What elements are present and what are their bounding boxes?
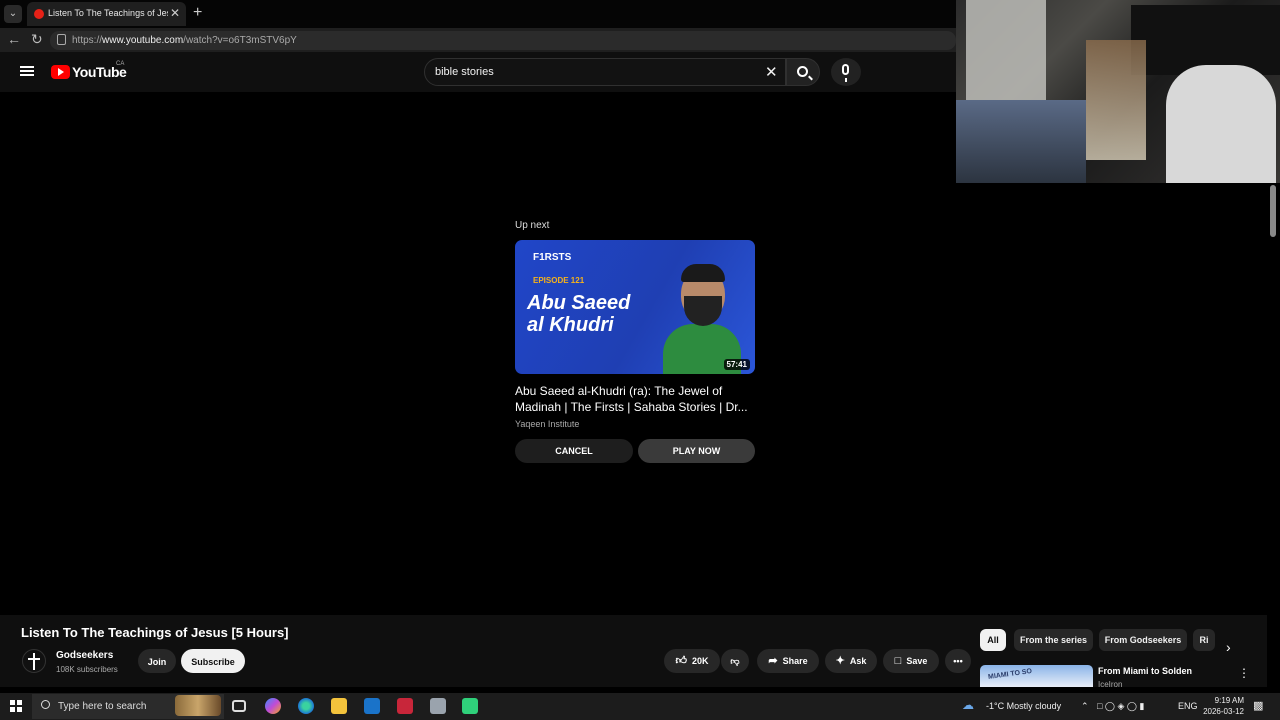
presenter-cap [681,264,725,282]
save-button[interactable]: □ Save [883,649,939,673]
thumbs-up-icon: 👍︎ [675,655,687,667]
search-button[interactable] [786,58,820,86]
weather-cloud-icon[interactable]: ☁ [962,698,974,712]
recommendation-more-icon[interactable]: ⋮ [1238,666,1250,680]
calendar-app-icon[interactable] [462,698,478,714]
recommendation-title[interactable]: From Miami to Solden [1098,666,1192,676]
system-clock[interactable]: 9:19 AM 2026-03-12 [1194,695,1244,717]
tray-overflow-chevron-icon[interactable]: ⌃ [1081,701,1089,712]
join-button[interactable]: Join [138,649,176,673]
video-info-section: Listen To The Teachings of Jesus [5 Hour… [0,615,1280,689]
windows-start-icon[interactable] [10,700,22,712]
video-title: Listen To The Teachings of Jesus [5 Hour… [21,625,289,640]
app-window-icon[interactable] [430,698,446,714]
file-explorer-icon[interactable] [331,698,347,714]
back-arrow-icon[interactable]: ← [7,31,21,47]
video-duration-badge: 57:41 [723,359,750,370]
search-query: bible stories [435,66,494,78]
webcam-chair [1166,65,1276,183]
channel-name[interactable]: Godseekers [56,650,113,661]
scrollbar-thumb[interactable] [1270,185,1276,237]
search-input[interactable]: bible stories ✕ [424,58,786,86]
tab-close-icon[interactable]: ✕ [170,6,180,20]
chip-from-series[interactable]: From the series [1014,629,1093,651]
search-highlight-art-icon[interactable] [175,695,221,716]
thumbs-down-icon: 👎︎ [730,656,740,666]
youtube-favicon-icon [34,9,44,19]
clear-search-icon[interactable]: ✕ [765,63,778,81]
refresh-icon[interactable]: ↻ [31,31,43,48]
up-next-channel[interactable]: Yaqeen Institute [515,419,579,429]
save-label: Save [906,656,928,666]
recommendation-thumbnail[interactable]: MIAMI TO SO [980,665,1093,687]
up-next-title[interactable]: Abu Saeed al-Khudri (ra): The Jewel of M… [515,383,755,415]
url-text: https://www.youtube.com/watch?v=o6T3mSTV… [72,35,297,46]
copilot-icon[interactable] [265,698,281,714]
taskbar-search-icon [41,700,50,709]
task-view-icon[interactable] [232,700,246,712]
browser-address-bar: ← ↻ https://www.youtube.com/watch?v=o6T3… [0,28,956,52]
chip-all[interactable]: All [980,629,1006,651]
sparkle-icon: ✦ [835,655,845,667]
url-field[interactable]: https://www.youtube.com/watch?v=o6T3mSTV… [50,31,956,50]
recommendation-channel[interactable]: IceIron [1098,680,1122,689]
tray-app-icons[interactable]: □ ◯ ◈ ◯ ▮ [1097,701,1144,712]
webcam-shelf [1086,40,1146,160]
ask-label: Ask [849,656,867,666]
webcam-overlay [956,0,1280,183]
notifications-icon[interactable]: ▩ [1253,699,1263,712]
store-gift-icon[interactable] [397,698,413,714]
menu-icon[interactable] [20,66,34,76]
page-scrollbar[interactable] [1267,183,1280,687]
dislike-button[interactable]: 👎︎ [721,649,749,673]
up-next-label: Up next [515,220,550,231]
like-count: 20K [691,656,709,666]
browser-tab-active[interactable]: Listen To The Teachings of Jesus [5 ✕ [27,2,186,26]
tab-list-chevron-icon[interactable]: ⌄ [4,5,22,23]
browser-tab-strip: ⌄ Listen To The Teachings of Jesus [5 ✕ … [0,0,956,28]
share-arrow-icon: ➦ [768,655,778,667]
share-label: Share [782,656,808,666]
cancel-button[interactable]: CANCEL [515,439,633,463]
chip-from-godseekers[interactable]: From Godseekers [1099,629,1187,651]
play-now-button[interactable]: PLAY NOW [638,439,755,463]
chip-related[interactable]: Ri [1193,629,1215,651]
more-actions-button[interactable]: ••• [945,649,971,673]
ask-button[interactable]: ✦ Ask [825,649,877,673]
taskbar-search-placeholder: Type here to search [58,701,147,712]
like-button[interactable]: 👍︎ 20K [664,649,720,673]
bookmark-icon: □ [894,655,902,667]
voice-search-button[interactable] [831,58,861,86]
subscribe-button[interactable]: Subscribe [181,649,245,673]
microphone-icon [842,64,849,82]
edge-browser-icon[interactable] [298,698,314,714]
webcam-bed [956,100,1086,183]
youtube-logo-icon[interactable] [51,65,70,79]
weather-text[interactable]: -1°C Mostly cloudy [986,701,1061,711]
thumbnail-episode: EPISODE 121 [533,276,585,285]
search-icon [797,66,808,77]
mail-icon[interactable] [364,698,380,714]
chips-next-arrow-icon[interactable]: › [1226,639,1231,655]
thumbnail-name-line2: al Khudri [527,314,614,336]
tab-title: Listen To The Teachings of Jesus [5 [48,8,168,18]
up-next-thumbnail[interactable]: F1RSTS EPISODE 121 Abu Saeed al Khudri 5… [515,240,755,374]
clock-time: 9:19 AM [1214,696,1244,705]
share-button[interactable]: ➦ Share [757,649,819,673]
presenter-beard [684,296,722,326]
thumbnail-presenter [663,260,741,374]
country-code: CA [116,61,125,67]
new-tab-plus-icon[interactable]: + [193,4,202,22]
thumbnail-name-line1: Abu Saeed [527,292,631,314]
thumbnail-series-logo: F1RSTS [533,252,572,263]
windows-taskbar: Type here to search ☁ -1°C Mostly cloudy… [0,693,1280,720]
clock-date: 2026-03-12 [1203,707,1244,716]
youtube-header: YouTube CA bible stories ✕ [0,52,956,92]
subscriber-count: 108K subscribers [56,665,118,674]
channel-avatar[interactable] [22,649,46,673]
recommendation-thumb-text: MIAMI TO SO [987,667,1033,682]
webcam-door [966,0,1046,110]
lock-icon [57,34,66,45]
